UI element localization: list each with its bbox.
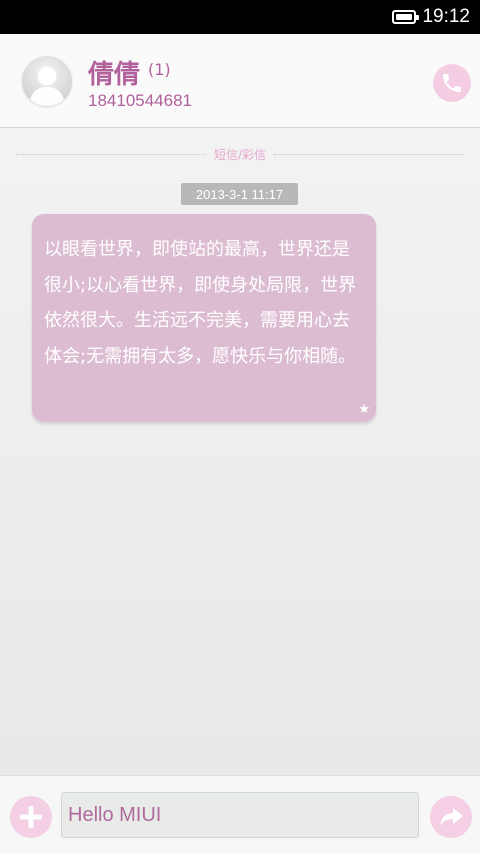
battery-full-icon — [392, 10, 420, 24]
message-count: (1) — [148, 60, 171, 79]
default-avatar-icon[interactable] — [22, 56, 72, 106]
message-bubble[interactable]: 以眼看世界，即使站的最高，世界还是很小;以心看世界，即使身处局限，世界依然很大。… — [32, 214, 376, 422]
conversation-header: 倩倩 (1) 18410544681 — [0, 34, 480, 128]
status-bar: 19:12 — [0, 0, 480, 34]
message-input[interactable] — [61, 792, 419, 838]
add-attachment-button[interactable] — [10, 796, 52, 838]
send-arrow-icon — [440, 808, 463, 826]
message-type-divider: 短信/彩信 — [16, 145, 465, 163]
message-timestamp: 2013-3-1 11:17 — [181, 183, 298, 205]
plus-icon — [20, 806, 42, 828]
divider-line — [16, 153, 206, 155]
star-icon: ★ — [358, 402, 370, 417]
contact-name[interactable]: 倩倩 — [88, 54, 140, 91]
sms-conversation-screen: 19:12 倩倩 (1) 18410544681 短信/彩信 2013-3-1 … — [0, 0, 480, 853]
divider-line — [274, 153, 465, 155]
call-button[interactable] — [433, 64, 471, 102]
composer-bar — [0, 775, 480, 853]
contact-phone-number[interactable]: 18410544681 — [88, 91, 192, 111]
send-button[interactable] — [430, 796, 472, 838]
message-text: 以眼看世界，即使站的最高，世界还是很小;以心看世界，即使身处局限，世界依然很大。… — [44, 239, 357, 367]
phone-icon — [443, 74, 461, 92]
message-type-label: 短信/彩信 — [213, 147, 267, 162]
status-time: 19:12 — [422, 6, 470, 27]
